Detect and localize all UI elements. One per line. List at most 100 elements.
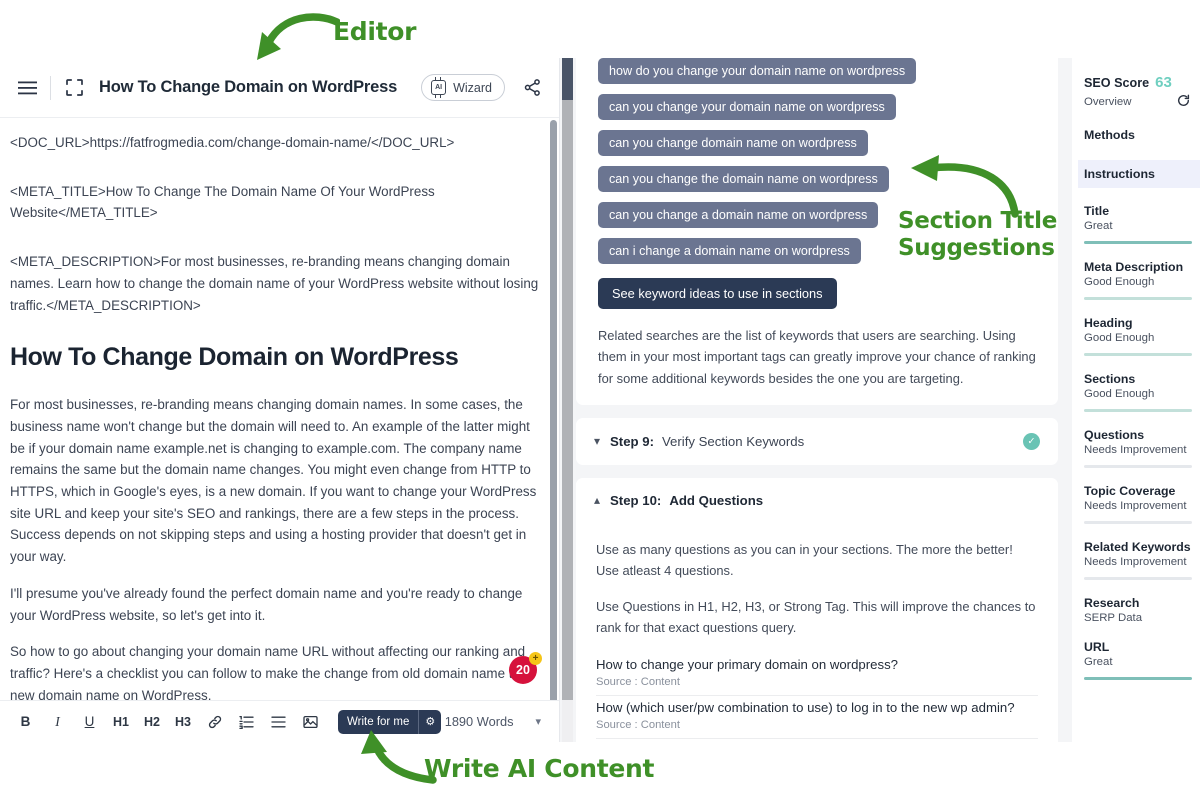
wizard-button[interactable]: AI Wizard	[421, 74, 505, 101]
questions-intro-1: Use as many questions as you can in your…	[596, 541, 1013, 579]
metric-sections[interactable]: Sections Good Enough	[1084, 372, 1200, 412]
image-icon[interactable]	[297, 708, 324, 735]
metric-name: Heading	[1084, 316, 1133, 330]
question-item[interactable]: How (which user/pw combination to use) t…	[596, 696, 1038, 739]
credits-badge[interactable]: 20 +	[509, 652, 542, 684]
document-paragraph-3: So how to go about changing your domain …	[10, 641, 541, 700]
share-icon[interactable]	[519, 75, 545, 101]
chevron-down-icon[interactable]: ▾	[535, 715, 541, 728]
metric-name: Related Keywords	[1084, 540, 1191, 554]
heading-1-button[interactable]: H1	[108, 708, 134, 735]
step-complete-check-icon: ✓	[1023, 432, 1040, 450]
header-actions: AI Wizard	[421, 74, 545, 101]
question-source: Source : Content	[596, 718, 680, 731]
metric-title[interactable]: Title Great	[1084, 204, 1200, 244]
fullscreen-icon[interactable]	[61, 75, 87, 101]
sidebar-item-methods[interactable]: Methods	[1084, 121, 1200, 149]
metric-topic-coverage[interactable]: Topic Coverage Needs Improvement	[1084, 484, 1200, 524]
metric-status: Great	[1084, 656, 1113, 668]
sidebar-item-instructions[interactable]: Instructions	[1078, 160, 1200, 188]
spellcheck-underlined-word: new	[10, 687, 35, 700]
metric-name: Title	[1084, 204, 1110, 218]
keyword-pill[interactable]: how do you change your domain name on wo…	[598, 58, 917, 84]
step-number: Step 9:	[610, 433, 654, 449]
header-divider	[50, 75, 51, 100]
see-keyword-ideas-button[interactable]: See keyword ideas to use in sections	[598, 278, 837, 309]
write-ai-annotation-label: Write AI Content	[424, 754, 655, 783]
scrollbar-thumb-upper[interactable]	[562, 58, 573, 100]
section-annotation-line-2: Suggestions	[898, 235, 1055, 262]
section-title-annotation-label: Section Title Suggestions	[898, 208, 1098, 262]
seo-score-label: SEO Score	[1084, 76, 1150, 90]
bold-button[interactable]: B	[12, 708, 39, 735]
refresh-icon[interactable]	[1177, 94, 1190, 110]
editor-panel: How To Change Domain on WordPress AI Wiz…	[0, 58, 560, 742]
metric-name: Questions	[1084, 428, 1145, 442]
metric-name: URL	[1084, 640, 1110, 654]
metric-status: Needs Improvement	[1084, 444, 1187, 456]
metric-url[interactable]: URL Great	[1084, 640, 1200, 680]
question-source: Source : Content	[596, 675, 680, 688]
metric-bar	[1084, 409, 1192, 412]
metric-bar	[1084, 241, 1192, 244]
overview-label: Overview	[1084, 96, 1132, 108]
keyword-pill[interactable]: can you change the domain name on wordpr…	[598, 166, 889, 192]
metric-name: Topic Coverage	[1084, 484, 1176, 498]
metric-status: Good Enough	[1084, 276, 1155, 288]
step-row-9[interactable]: ▾ Step 9: Verify Section Keywords ✓	[576, 417, 1058, 465]
unordered-list-icon[interactable]	[265, 708, 292, 735]
seo-sidebar: SEO Score 63 Overview Methods Instructio…	[1072, 58, 1200, 742]
chevron-down-icon[interactable]: ▾	[594, 434, 610, 448]
editor-document[interactable]: <DOC_URL>https://fatfrogmedia.com/change…	[0, 118, 559, 700]
link-icon[interactable]	[201, 708, 228, 735]
keyword-pill[interactable]: can you change a domain name on wordpres…	[598, 202, 879, 228]
metric-related-keywords[interactable]: Related Keywords Needs Improvement	[1084, 540, 1200, 580]
editor-scrollbar[interactable]	[550, 120, 557, 740]
metric-bar	[1084, 677, 1192, 680]
ordered-list-icon[interactable]	[233, 708, 260, 735]
keyword-pill[interactable]: can you change your domain name on wordp…	[598, 94, 896, 120]
document-heading-1: How To Change Domain on WordPress	[10, 343, 459, 372]
meta-description-line: <META_DESCRIPTION>For most businesses, r…	[10, 254, 539, 313]
question-item[interactable]: What could be the problem? Source : Cont…	[596, 739, 1038, 742]
metric-research[interactable]: Research SERP Data	[1084, 596, 1200, 624]
document-paragraph-2: I'll presume you've already found the pe…	[10, 585, 523, 623]
metric-status: Great	[1084, 220, 1113, 232]
step-card-10: ▴ Step 10: Add Questions Use as many que…	[576, 477, 1058, 742]
section-annotation-line-1: Section Title	[898, 208, 1058, 234]
meta-title-line: <META_TITLE>How To Change The Domain Nam…	[10, 183, 435, 221]
overview-row[interactable]: Overview	[1084, 94, 1200, 110]
keyword-pill[interactable]: can i change a domain name on wordpress	[598, 238, 861, 264]
question-text: How to change your primary domain on wor…	[596, 656, 898, 672]
heading-3-button[interactable]: H3	[170, 708, 196, 735]
question-text: How (which user/pw combination to use) t…	[596, 699, 1015, 715]
scrollbar-thumb[interactable]	[562, 100, 573, 700]
seo-score-row: SEO Score 63	[1084, 74, 1200, 91]
editor-scrollbar-thumb[interactable]	[550, 120, 557, 705]
steps-panel-scrollbar[interactable]	[562, 58, 573, 742]
metric-questions[interactable]: Questions Needs Improvement	[1084, 428, 1200, 468]
metric-bar	[1084, 353, 1192, 356]
word-count-control[interactable]: 1890 Words ▾	[445, 714, 547, 729]
metric-status: SERP Data	[1084, 612, 1143, 624]
heading-2-button[interactable]: H2	[139, 708, 165, 735]
seo-score-value: 63	[1155, 74, 1172, 91]
italic-button[interactable]: I	[44, 708, 71, 735]
hamburger-icon[interactable]	[14, 75, 40, 101]
underline-button[interactable]: U	[76, 708, 103, 735]
metric-status: Good Enough	[1084, 388, 1155, 400]
step-number: Step 10:	[610, 492, 662, 508]
related-searches-note: Related searches are the list of keyword…	[598, 328, 1036, 386]
step-row-10[interactable]: ▴ Step 10: Add Questions	[576, 477, 1058, 523]
metric-heading[interactable]: Heading Good Enough	[1084, 316, 1200, 356]
metric-bar	[1084, 577, 1192, 580]
question-item[interactable]: How to change your primary domain on wor…	[596, 653, 1038, 696]
keyword-pill[interactable]: can you change domain name on wordpress	[598, 130, 868, 156]
editor-toolbar: B I U H1 H2 H3 Write for me ⚙ 1890 Words…	[0, 700, 559, 742]
ai-chip-icon: AI	[431, 77, 447, 98]
metric-meta-description[interactable]: Meta Description Good Enough	[1084, 260, 1200, 300]
questions-intro-2: Use Questions in H1, H2, H3, or Strong T…	[596, 598, 1036, 636]
chevron-up-icon[interactable]: ▴	[594, 493, 610, 507]
document-paragraph-1: For most businesses, re-branding means c…	[10, 397, 537, 565]
metric-bar	[1084, 297, 1192, 300]
